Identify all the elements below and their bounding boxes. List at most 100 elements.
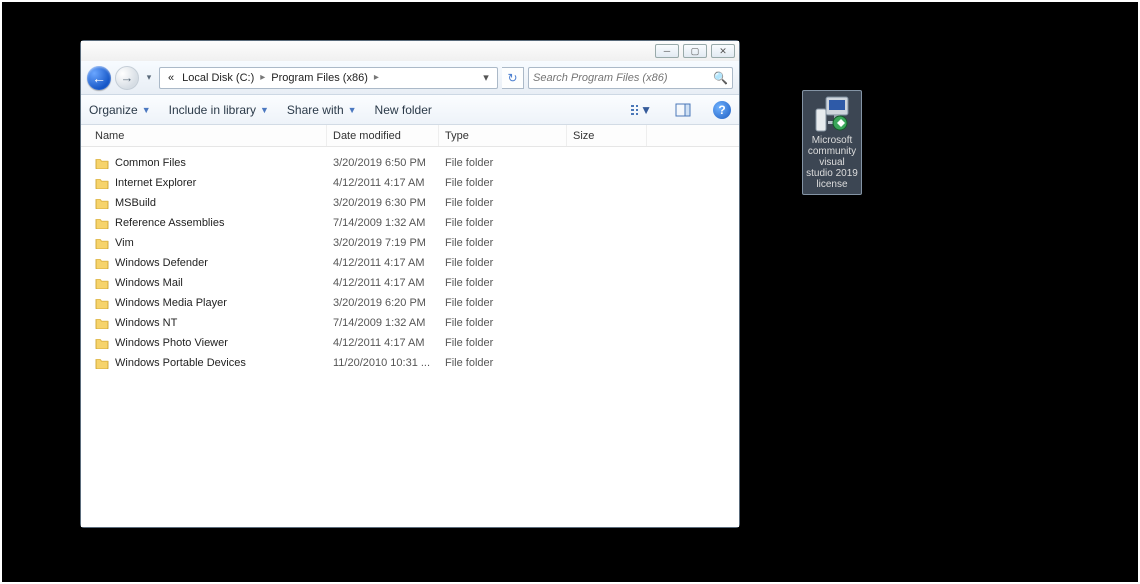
cell-date: 3/20/2019 6:50 PM — [327, 157, 439, 169]
row-name: Windows NT — [115, 317, 177, 329]
cell-name: Windows Mail — [89, 277, 327, 289]
cell-date: 3/20/2019 6:20 PM — [327, 297, 439, 309]
column-header-name[interactable]: Name — [89, 125, 327, 146]
table-row[interactable]: Vim3/20/2019 7:19 PMFile folder — [81, 233, 739, 253]
organize-label: Organize — [89, 103, 138, 117]
maximize-button[interactable]: ▢ — [683, 44, 707, 58]
cell-date: 3/20/2019 7:19 PM — [327, 237, 439, 249]
chevron-down-icon: ▼ — [142, 105, 151, 115]
breadcrumb-prefix: « — [164, 68, 178, 88]
cell-type: File folder — [439, 337, 567, 349]
minimize-button[interactable]: ─ — [655, 44, 679, 58]
view-icon — [630, 103, 638, 117]
folder-icon — [95, 177, 109, 189]
search-input[interactable] — [533, 72, 709, 84]
forward-button[interactable]: → — [115, 66, 139, 90]
cell-date: 7/14/2009 1:32 AM — [327, 317, 439, 329]
table-row[interactable]: Windows NT 7/14/2009 1:32 AMFile folder — [81, 313, 739, 333]
share-with-menu[interactable]: Share with ▼ — [287, 103, 357, 117]
cell-date: 4/12/2011 4:17 AM — [327, 277, 439, 289]
installer-icon — [812, 95, 852, 133]
cell-type: File folder — [439, 297, 567, 309]
cell-type: File folder — [439, 177, 567, 189]
explorer-window: ─ ▢ ✕ ← → ▾ « Local Disk (C:) ▸ Program … — [80, 40, 740, 528]
desktop-shortcut-label: Microsoft community visual studio 2019 l… — [805, 135, 859, 190]
include-label: Include in library — [169, 103, 256, 117]
chevron-down-icon: ▼ — [348, 105, 357, 115]
cell-type: File folder — [439, 217, 567, 229]
cell-name: Windows Defender — [89, 257, 327, 269]
row-name: MSBuild — [115, 197, 156, 209]
folder-icon — [95, 277, 109, 289]
back-button[interactable]: ← — [87, 66, 111, 90]
view-options-button[interactable]: ▼ — [629, 100, 653, 120]
preview-pane-icon — [675, 103, 691, 117]
preview-pane-button[interactable] — [671, 100, 695, 120]
file-list[interactable]: Common Files3/20/2019 6:50 PMFile folder… — [81, 147, 739, 527]
table-row[interactable]: Windows Defender 4/12/2011 4:17 AMFile fo… — [81, 253, 739, 273]
table-row[interactable]: Windows Media Player 3/20/2019 6:20 PMFil… — [81, 293, 739, 313]
column-header-type[interactable]: Type — [439, 125, 567, 146]
cell-date: 4/12/2011 4:17 AM — [327, 337, 439, 349]
breadcrumb-dropdown[interactable]: ▾ — [479, 71, 493, 84]
row-name: Windows Portable Devices — [115, 357, 246, 369]
row-name: Windows Media Player — [115, 297, 227, 309]
cell-name: Windows Media Player — [89, 297, 327, 309]
table-row[interactable]: Windows Photo Viewer4/12/2011 4:17 AMFil… — [81, 333, 739, 353]
search-icon: 🔍 — [713, 71, 728, 85]
cell-date: 11/20/2010 10:31 ... — [327, 357, 439, 369]
breadcrumb[interactable]: « Local Disk (C:) ▸ Program Files (x86) … — [159, 67, 498, 89]
folder-icon — [95, 257, 109, 269]
table-row[interactable]: Reference Assemblies 7/14/2009 1:32 AMFil… — [81, 213, 739, 233]
cell-date: 7/14/2009 1:32 AM — [327, 217, 439, 229]
cell-name: Common Files — [89, 157, 327, 169]
close-button[interactable]: ✕ — [711, 44, 735, 58]
table-row[interactable]: Windows Mail4/12/2011 4:17 AMFile folder — [81, 273, 739, 293]
row-name: Windows Defender — [115, 257, 208, 269]
search-box[interactable]: 🔍 — [528, 67, 733, 89]
cell-type: File folder — [439, 357, 567, 369]
navbar: ← → ▾ « Local Disk (C:) ▸ Program Files … — [81, 61, 739, 95]
cell-type: File folder — [439, 317, 567, 329]
refresh-button[interactable]: ↻ — [502, 67, 524, 89]
cell-type: File folder — [439, 237, 567, 249]
cell-date: 4/12/2011 4:17 AM — [327, 177, 439, 189]
cell-name: Internet Explorer — [89, 177, 327, 189]
folder-icon — [95, 357, 109, 369]
table-row[interactable]: MSBuild 3/20/2019 6:30 PMFile folder — [81, 193, 739, 213]
folder-icon — [95, 217, 109, 229]
table-row[interactable]: Internet Explorer4/12/2011 4:17 AMFile f… — [81, 173, 739, 193]
include-in-library-menu[interactable]: Include in library ▼ — [169, 103, 269, 117]
desktop-shortcut[interactable]: Microsoft community visual studio 2019 l… — [802, 90, 862, 195]
breadcrumb-part-0[interactable]: Local Disk (C:) — [178, 68, 258, 88]
folder-icon — [95, 297, 109, 309]
cell-date: 3/20/2019 6:30 PM — [327, 197, 439, 209]
cell-name: MSBuild — [89, 197, 327, 209]
help-button[interactable]: ? — [713, 101, 731, 119]
row-name: Reference Assemblies — [115, 217, 224, 229]
cell-type: File folder — [439, 257, 567, 269]
column-header-date[interactable]: Date modified — [327, 125, 439, 146]
chevron-right-icon: ▸ — [258, 72, 267, 83]
folder-icon — [95, 197, 109, 209]
folder-icon — [95, 237, 109, 249]
share-label: Share with — [287, 103, 344, 117]
folder-icon — [95, 337, 109, 349]
cell-name: Windows Portable Devices — [89, 357, 327, 369]
new-folder-button[interactable]: New folder — [375, 103, 432, 117]
organize-menu[interactable]: Organize ▼ — [89, 103, 151, 117]
table-row[interactable]: Windows Portable Devices 11/20/2010 10:31… — [81, 353, 739, 373]
folder-icon — [95, 317, 109, 329]
column-header-size[interactable]: Size — [567, 125, 647, 146]
cell-name: Reference Assemblies — [89, 217, 327, 229]
column-headers: Name Date modified Type Size — [81, 125, 739, 147]
newfolder-label: New folder — [375, 103, 432, 117]
cell-type: File folder — [439, 197, 567, 209]
breadcrumb-part-1[interactable]: Program Files (x86) — [267, 68, 372, 88]
table-row[interactable]: Common Files3/20/2019 6:50 PMFile folder — [81, 153, 739, 173]
chevron-down-icon: ▾ — [147, 72, 152, 83]
row-name: Common Files — [115, 157, 186, 169]
nav-history-dropdown[interactable]: ▾ — [143, 66, 155, 90]
titlebar[interactable]: ─ ▢ ✕ — [81, 41, 739, 61]
cell-date: 4/12/2011 4:17 AM — [327, 257, 439, 269]
